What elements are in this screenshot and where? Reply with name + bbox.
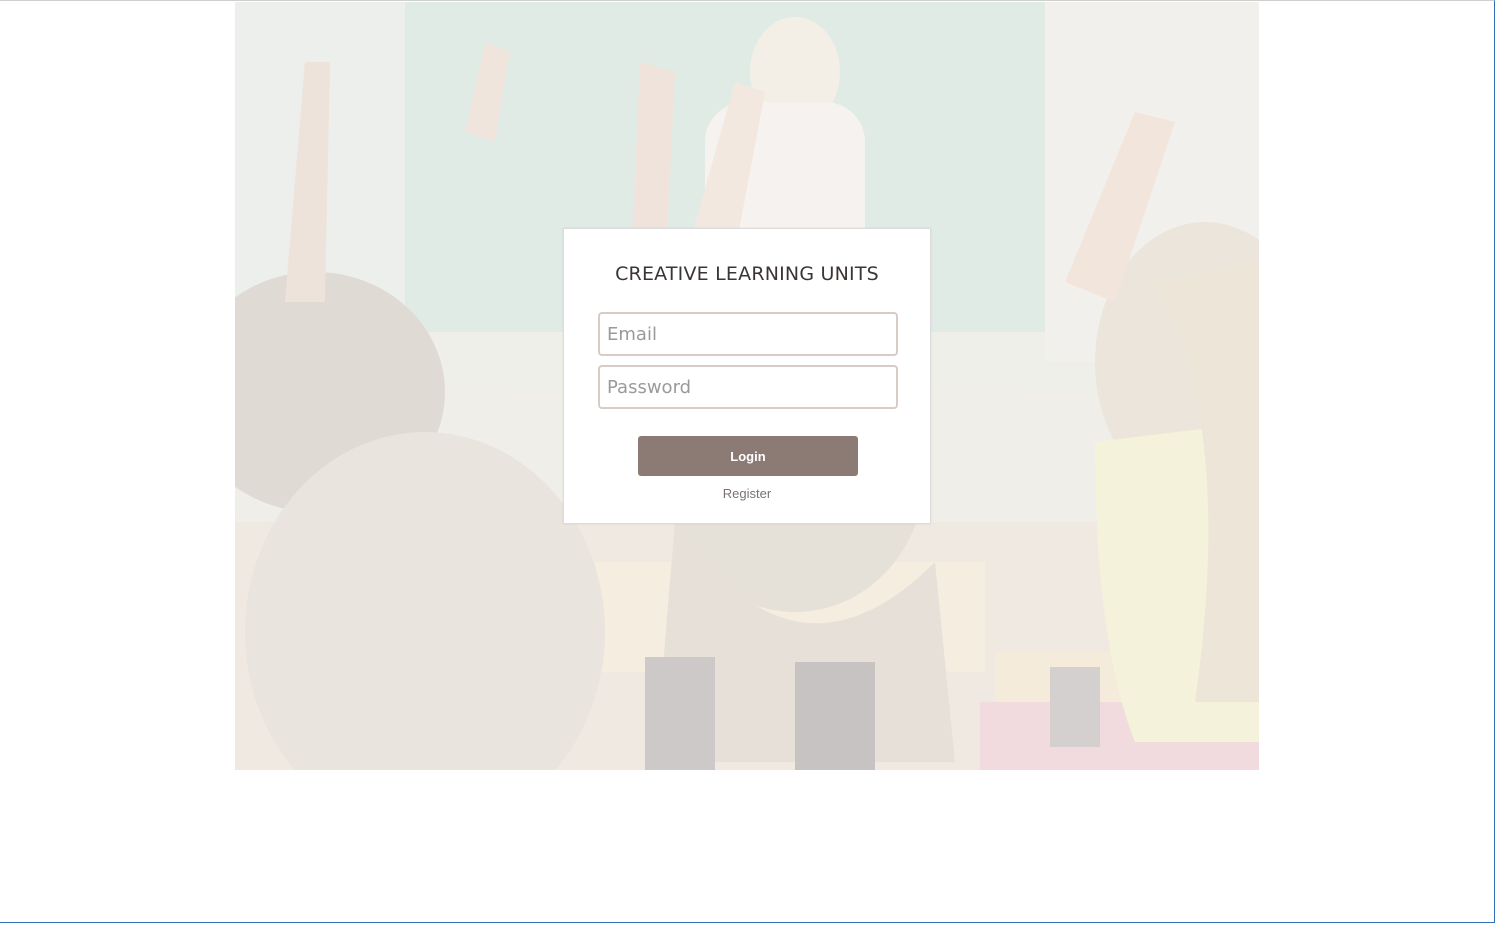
login-card: CREATIVE LEARNING UNITS Login Register (563, 228, 931, 524)
app-title: CREATIVE LEARNING UNITS (615, 263, 879, 285)
login-button[interactable]: Login (638, 436, 858, 476)
register-link[interactable]: Register (564, 486, 930, 501)
password-input[interactable] (598, 365, 898, 409)
email-input[interactable] (598, 312, 898, 356)
